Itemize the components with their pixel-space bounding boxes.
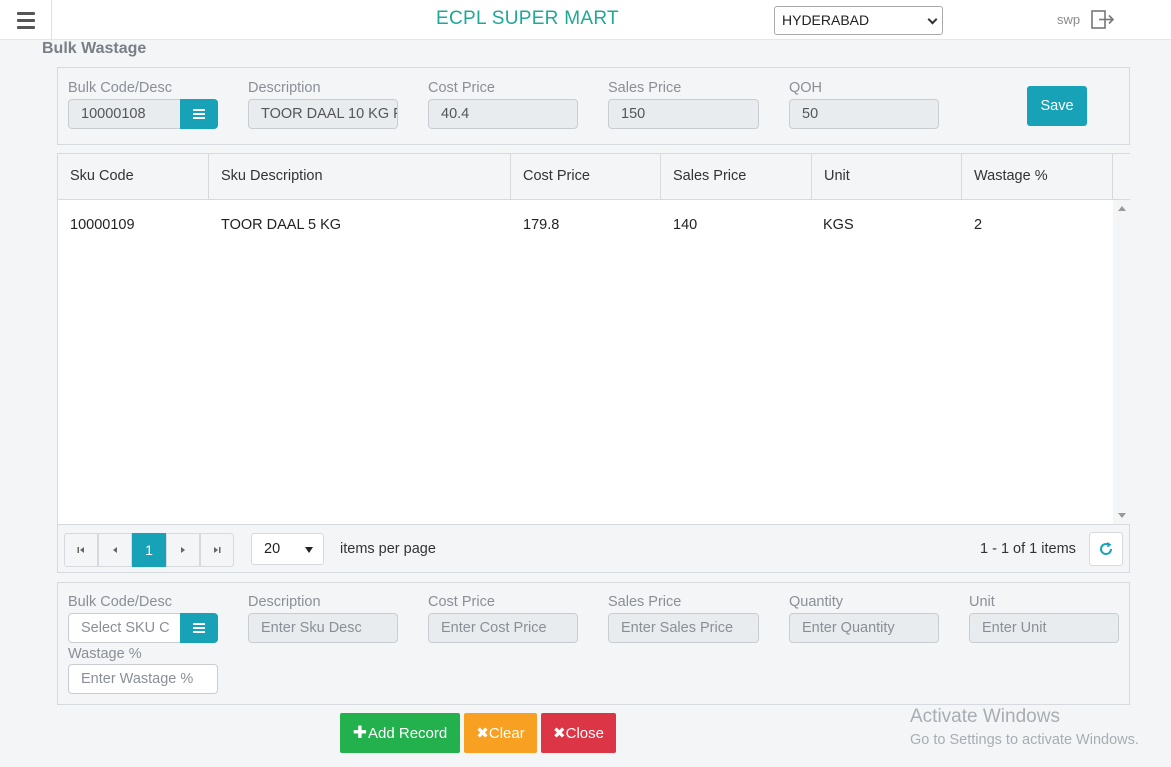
app-title: ECPL SUPER MART (436, 8, 619, 29)
column-header-unit[interactable]: Unit (812, 154, 962, 200)
cost-price-label: Cost Price (428, 80, 495, 96)
next-page-button[interactable] (166, 533, 200, 567)
grid-pager: 1 20 items per page 1 - 1 of 1 items (58, 524, 1129, 572)
clear-x-icon: ✖ (476, 725, 489, 742)
wastage-grid: Sku Code Sku Description Cost Price Sale… (57, 153, 1130, 573)
description-label: Description (248, 80, 321, 96)
entry-unit-label: Unit (969, 594, 995, 610)
entry-sales-price-input[interactable]: Enter Sales Price (608, 613, 759, 643)
top-bar: ECPL SUPER MART HYDERABAD swp (0, 0, 1171, 40)
cell-sku-code: 10000109 (70, 217, 135, 233)
column-header-wastage[interactable]: Wastage % (962, 154, 1113, 200)
windows-activation-watermark: Activate Windows Go to Settings to activ… (910, 706, 1139, 748)
add-record-label: Add Record (368, 724, 448, 742)
bulk-code-picker-button[interactable] (180, 99, 218, 129)
last-page-icon (214, 547, 221, 553)
previous-page-button[interactable] (98, 533, 132, 567)
page-size-select[interactable]: 20 (251, 533, 324, 565)
chevron-down-icon (927, 14, 938, 25)
entry-bulk-code-label: Bulk Code/Desc (68, 594, 172, 610)
close-x-icon: ✖ (553, 725, 566, 742)
pager-info: 1 - 1 of 1 items (980, 541, 1076, 557)
entry-cost-price-input[interactable]: Enter Cost Price (428, 613, 578, 643)
description-field[interactable]: TOOR DAAL 10 KG F (248, 99, 398, 129)
previous-page-icon (113, 547, 117, 553)
entry-description-input[interactable]: Enter Sku Desc (248, 613, 398, 643)
clear-button[interactable]: ✖ Clear (464, 713, 537, 753)
cell-sku-description: TOOR DAAL 5 KG (221, 217, 342, 233)
user-name: swp (1057, 12, 1081, 27)
clear-label: Clear (488, 724, 525, 742)
first-page-button[interactable] (64, 533, 98, 567)
column-header-sku-description[interactable]: Sku Description (209, 154, 511, 200)
column-header-sales-price[interactable]: Sales Price (661, 154, 812, 200)
close-button[interactable]: ✖ Close (541, 713, 616, 753)
column-header-sku-code[interactable]: Sku Code (58, 154, 209, 200)
store-select[interactable]: HYDERABAD (774, 6, 943, 35)
scroll-up-icon[interactable] (1118, 206, 1126, 211)
page-1-button[interactable]: 1 (132, 533, 166, 567)
entry-quantity-input[interactable]: Enter Quantity (789, 613, 939, 643)
grid-header-corner (1113, 154, 1130, 200)
save-button[interactable]: Save (1027, 86, 1087, 126)
grid-vertical-scrollbar[interactable] (1113, 200, 1130, 524)
hamburger-icon (16, 10, 35, 31)
cost-price-field[interactable]: 40.4 (428, 99, 578, 129)
watermark-line-1: Activate Windows (910, 706, 1060, 727)
cell-wastage: 2 (974, 217, 983, 233)
qoh-field[interactable]: 50 (789, 99, 939, 129)
page-title: Bulk Wastage (42, 40, 147, 57)
page-size-value: 20 (264, 541, 281, 557)
sales-price-label: Sales Price (608, 80, 682, 96)
column-header-cost-price[interactable]: Cost Price (511, 154, 661, 200)
table-row[interactable]: 10000109 TOOR DAAL 5 KG 179.8 140 KGS 2 (58, 204, 1113, 246)
last-page-button[interactable] (200, 533, 234, 567)
store-select-value: HYDERABAD (782, 12, 870, 28)
entry-description-label: Description (248, 594, 321, 610)
entry-wastage-label: Wastage % (68, 646, 142, 662)
plus-icon: ✚ (352, 723, 368, 742)
entry-unit-input[interactable]: Enter Unit (969, 613, 1119, 643)
entry-quantity-label: Quantity (789, 594, 843, 610)
cell-unit: KGS (823, 217, 854, 233)
refresh-icon (1100, 542, 1113, 555)
entry-sku-picker-button[interactable] (180, 613, 218, 643)
items-per-page-label: items per page (340, 541, 436, 557)
sales-price-field[interactable]: 150 (608, 99, 759, 129)
bulk-code-field[interactable]: 10000108 (68, 99, 182, 129)
entry-sales-price-label: Sales Price (608, 594, 682, 610)
watermark-line-2: Go to Settings to activate Windows. (910, 732, 1139, 748)
add-record-button[interactable]: ✚ Add Record (340, 713, 460, 753)
entry-sku-code-input[interactable]: Select SKU C (68, 613, 182, 643)
refresh-button[interactable] (1089, 532, 1123, 566)
cell-cost-price: 179.8 (523, 217, 560, 233)
entry-wastage-input[interactable]: Enter Wastage % (68, 664, 218, 694)
menu-toggle-button[interactable] (0, 0, 52, 40)
logout-icon[interactable] (1091, 10, 1115, 29)
bulk-code-label: Bulk Code/Desc (68, 80, 172, 96)
qoh-label: QOH (789, 80, 823, 96)
first-page-icon (77, 547, 84, 553)
scroll-down-icon[interactable] (1118, 513, 1126, 518)
next-page-icon (181, 547, 185, 553)
close-label: Close (565, 724, 604, 742)
entry-cost-price-label: Cost Price (428, 594, 495, 610)
caret-down-icon (305, 547, 313, 553)
grid-header: Sku Code Sku Description Cost Price Sale… (58, 154, 1113, 200)
cell-sales-price: 140 (673, 217, 698, 233)
